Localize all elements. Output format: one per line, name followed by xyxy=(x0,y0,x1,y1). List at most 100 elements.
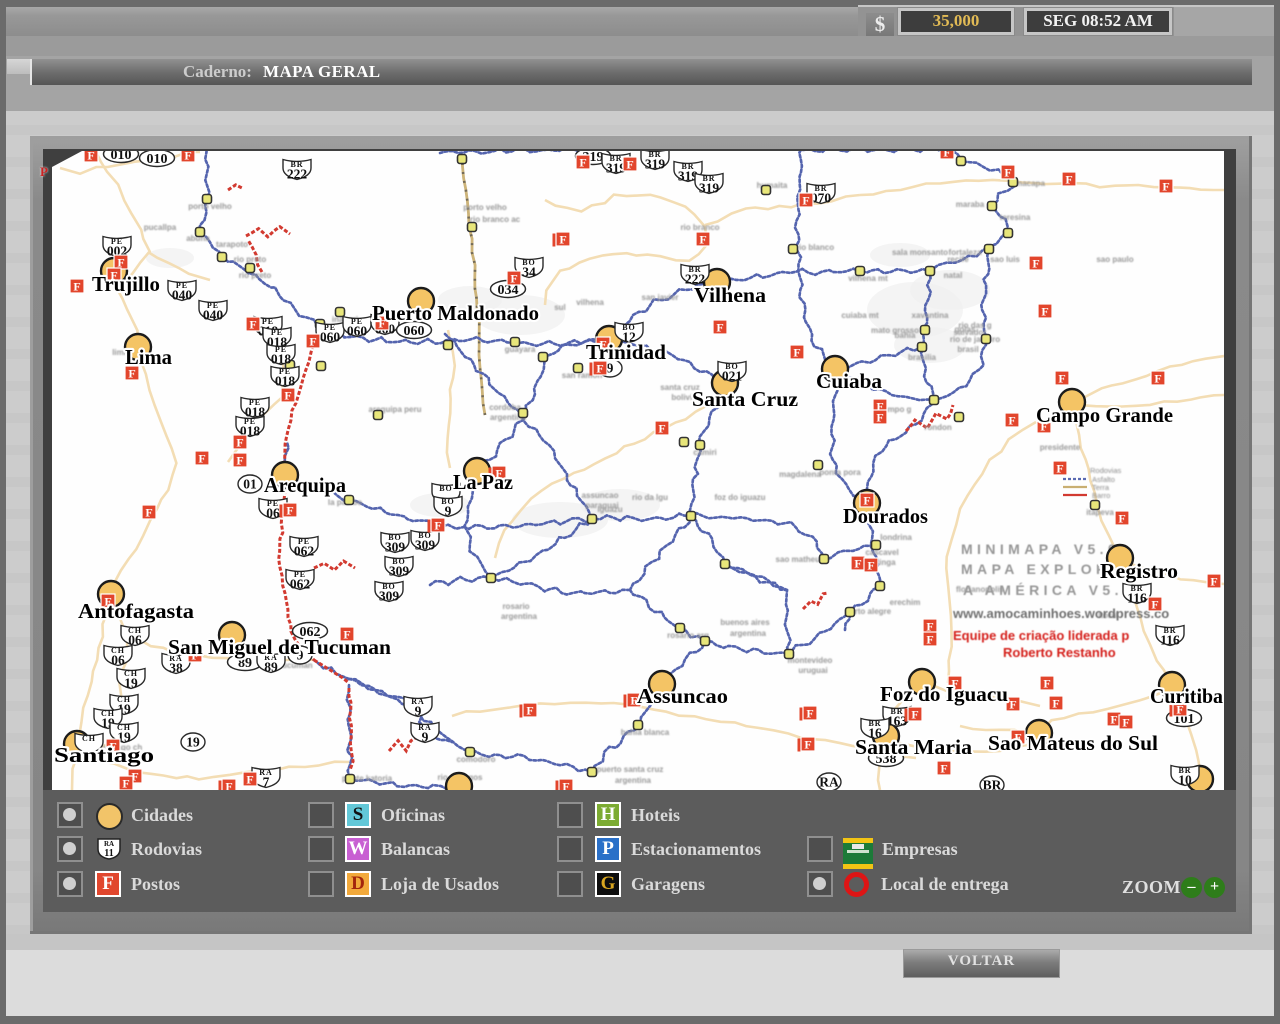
svg-text:natal: natal xyxy=(944,271,963,280)
svg-text:F: F xyxy=(562,780,569,791)
svg-text:magdalena: magdalena xyxy=(779,470,821,479)
svg-text:F: F xyxy=(802,194,809,208)
svg-text:040: 040 xyxy=(172,288,193,303)
svg-text:argentina: argentina xyxy=(615,776,652,785)
svg-text:010: 010 xyxy=(111,151,132,163)
svg-text:pucallpa: pucallpa xyxy=(144,223,177,232)
svg-text:319: 319 xyxy=(645,157,666,172)
svg-text:062: 062 xyxy=(294,544,315,559)
svg-text:sala monsanto: sala monsanto xyxy=(892,248,948,257)
svg-text:018: 018 xyxy=(271,352,292,367)
svg-text:Arequipa: Arequipa xyxy=(264,473,346,497)
svg-text:F: F xyxy=(940,762,947,776)
svg-text:040: 040 xyxy=(203,308,224,323)
svg-text:F: F xyxy=(1058,372,1065,386)
svg-text:Trujillo: Trujillo xyxy=(92,272,160,296)
svg-text:goias: goias xyxy=(955,325,976,334)
svg-text:Foz do Iguacu: Foz do Iguacu xyxy=(880,682,1008,706)
svg-text:F: F xyxy=(1043,677,1050,691)
svg-text:F: F xyxy=(806,707,813,721)
svg-text:06: 06 xyxy=(111,653,125,668)
svg-text:Assuncao: Assuncao xyxy=(637,684,728,708)
svg-text:F: F xyxy=(1041,305,1048,319)
svg-text:rio de janeiro: rio de janeiro xyxy=(950,335,1000,344)
svg-text:F: F xyxy=(1122,716,1129,730)
svg-text:319: 319 xyxy=(699,181,720,196)
svg-text:38: 38 xyxy=(169,661,183,676)
svg-text:F: F xyxy=(198,452,205,466)
svg-text:F: F xyxy=(854,557,861,571)
svg-text:presidente: presidente xyxy=(1040,443,1081,452)
svg-text:F: F xyxy=(225,780,232,791)
svg-text:rio blanco: rio blanco xyxy=(796,243,834,252)
svg-text:bahia blanca: bahia blanca xyxy=(621,728,670,737)
svg-text:argentina: argentina xyxy=(501,612,538,621)
svg-text:F: F xyxy=(236,436,243,450)
svg-text:F: F xyxy=(911,708,918,722)
svg-text:01: 01 xyxy=(243,477,257,492)
svg-text:F: F xyxy=(236,454,243,468)
svg-text:F: F xyxy=(1004,166,1011,180)
svg-text:F: F xyxy=(1118,512,1125,526)
svg-text:F: F xyxy=(117,256,124,270)
svg-text:F: F xyxy=(87,151,94,163)
svg-text:porto velho: porto velho xyxy=(463,203,507,212)
svg-text:londrina: londrina xyxy=(880,533,912,542)
svg-text:060: 060 xyxy=(320,330,341,345)
svg-text:9: 9 xyxy=(445,504,452,519)
svg-text:F: F xyxy=(510,272,517,286)
svg-text:argentina: argentina xyxy=(730,629,767,638)
svg-text:Registro: Registro xyxy=(1100,559,1178,583)
svg-text:rosario: rosario xyxy=(502,602,529,611)
svg-text:Rodovias: Rodovias xyxy=(1090,466,1122,475)
svg-text:F: F xyxy=(559,233,566,247)
svg-text:10: 10 xyxy=(1178,773,1192,788)
svg-text:F: F xyxy=(73,280,80,294)
svg-text:F: F xyxy=(1065,173,1072,187)
svg-text:062: 062 xyxy=(290,577,311,592)
svg-text:sao paulo: sao paulo xyxy=(1096,255,1133,264)
svg-text:teresina: teresina xyxy=(1000,213,1031,222)
svg-text:F: F xyxy=(1154,372,1161,386)
svg-text:F: F xyxy=(184,151,191,163)
svg-text:BO: BO xyxy=(439,484,453,493)
svg-text:buenos aires: buenos aires xyxy=(720,618,770,627)
svg-text:cuiaba mt: cuiaba mt xyxy=(841,311,879,320)
svg-text:19: 19 xyxy=(186,735,200,750)
svg-text:070: 070 xyxy=(811,191,832,206)
svg-text:Trinidad: Trinidad xyxy=(586,340,666,364)
svg-text:7: 7 xyxy=(263,775,270,790)
svg-text:F: F xyxy=(793,346,800,360)
svg-text:xavantina: xavantina xyxy=(912,311,949,320)
svg-text:163: 163 xyxy=(887,714,908,729)
svg-text:assuncao: assuncao xyxy=(582,491,619,500)
svg-text:018: 018 xyxy=(275,374,296,389)
svg-text:rio preto: rio preto xyxy=(234,255,267,264)
svg-text:F: F xyxy=(867,559,874,573)
svg-text:89: 89 xyxy=(264,660,278,675)
svg-text:Antofagasta: Antofagasta xyxy=(78,599,195,623)
svg-text:rio preto: rio preto xyxy=(239,271,272,280)
svg-text:F: F xyxy=(926,633,933,647)
svg-text:www.amocaminhoes.wordpress.co: www.amocaminhoes.wordpress.co xyxy=(952,606,1169,621)
svg-text:F: F xyxy=(658,422,665,436)
svg-text:rio branco ac: rio branco ac xyxy=(470,215,521,224)
svg-text:comodoro: comodoro xyxy=(456,755,495,764)
svg-text:brasil: brasil xyxy=(957,345,978,354)
svg-text:Dourados: Dourados xyxy=(843,504,928,528)
svg-text:La Paz: La Paz xyxy=(453,470,513,494)
svg-text:F: F xyxy=(284,389,291,403)
svg-text:uruguai: uruguai xyxy=(798,666,827,675)
svg-text:maraba: maraba xyxy=(956,200,985,209)
svg-text:F: F xyxy=(145,506,152,520)
svg-text:Lima: Lima xyxy=(125,345,172,369)
svg-text:F: F xyxy=(699,233,706,247)
svg-text:9: 9 xyxy=(415,704,422,719)
svg-text:F: F xyxy=(716,321,723,335)
svg-text:309: 309 xyxy=(379,589,400,604)
svg-text:11: 11 xyxy=(104,848,113,859)
svg-text:9: 9 xyxy=(422,730,429,745)
svg-text:rondon: rondon xyxy=(924,423,952,432)
svg-text:recife: recife xyxy=(947,255,969,264)
svg-text:Roberto Restanho: Roberto Restanho xyxy=(1003,645,1116,660)
